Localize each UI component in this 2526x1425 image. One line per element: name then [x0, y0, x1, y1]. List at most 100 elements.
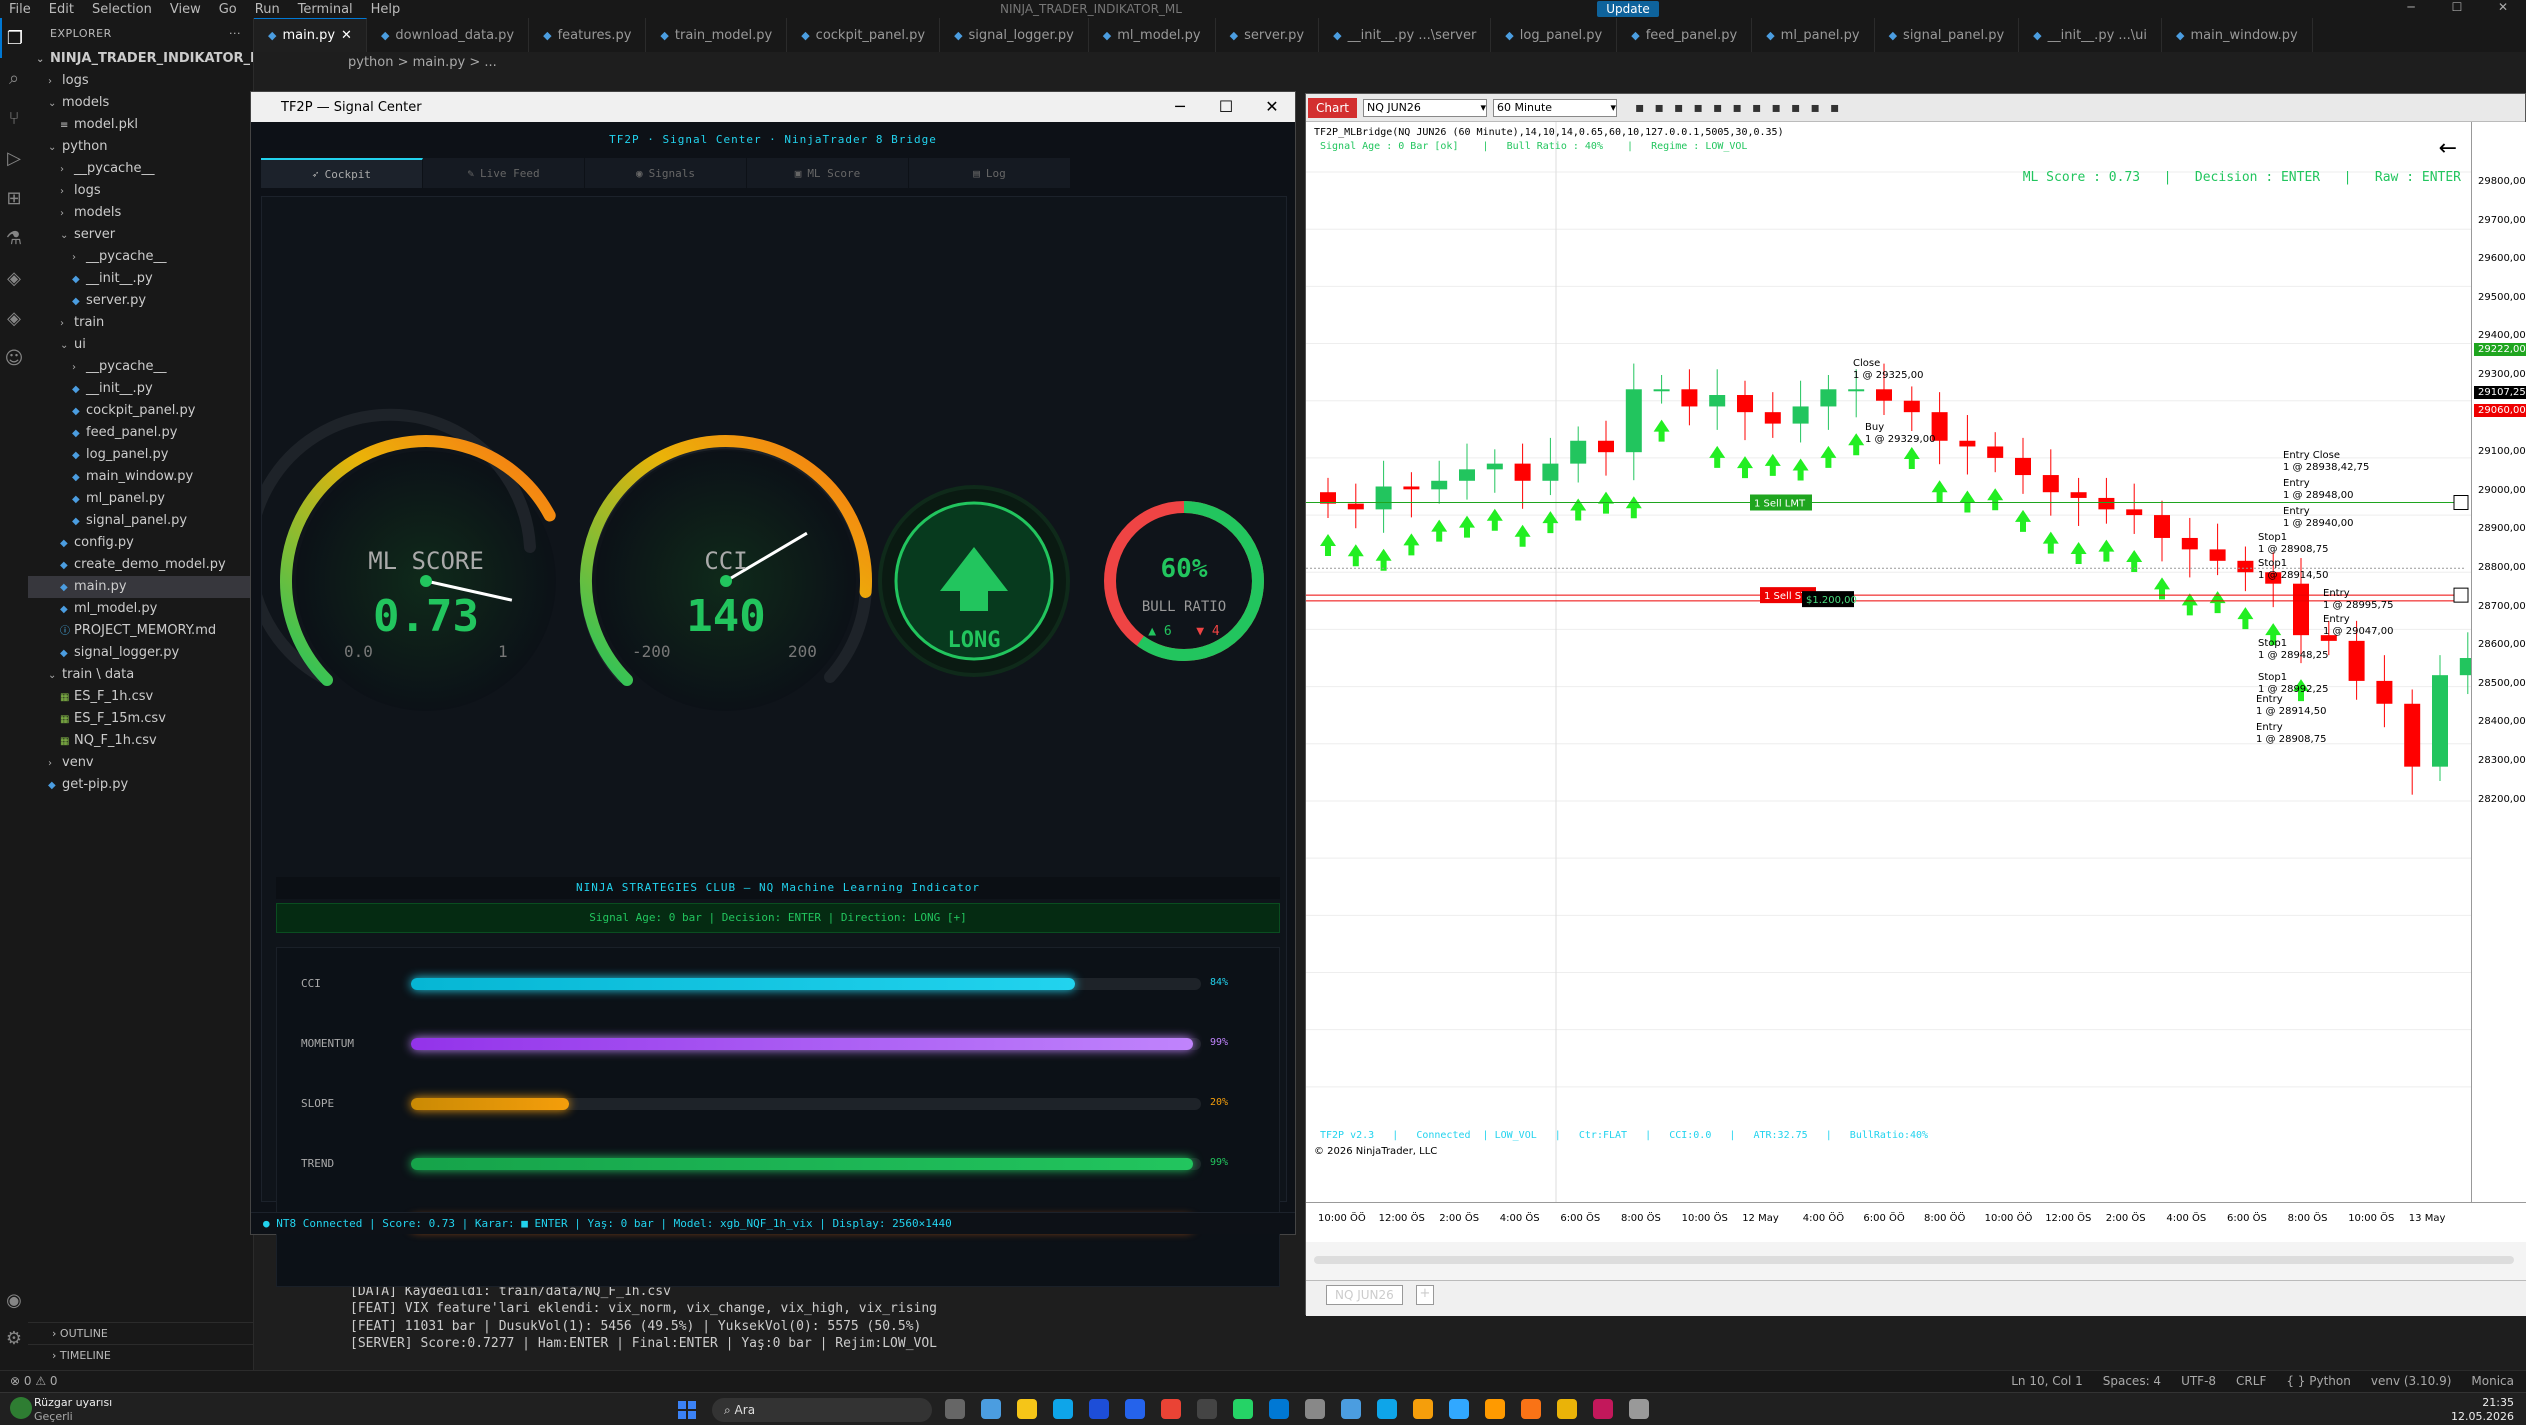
price-axis[interactable]: 29800,00 29700,00 29600,00 29500,00 29400,00… [2471, 122, 2526, 1202]
taskbar-app-icon[interactable] [1521, 1399, 1541, 1419]
folder-item[interactable]: ⌄ server [28, 224, 253, 246]
candle-body[interactable] [1737, 395, 1753, 413]
candle-body[interactable] [2404, 703, 2421, 767]
candle-body[interactable] [1347, 503, 1364, 510]
taskbar-app-icon[interactable] [1053, 1399, 1073, 1419]
bars-icon[interactable]: ▪ [1635, 100, 1645, 116]
candle-body[interactable] [1403, 486, 1420, 490]
start-icon[interactable] [678, 1401, 696, 1419]
editor-tab[interactable]: ◆ ml_panel.py [1752, 18, 1875, 52]
editor-tab[interactable]: ◆ train_model.py [646, 18, 788, 52]
menu-edit[interactable]: Edit [40, 2, 83, 17]
status-item[interactable]: CRLF [2236, 1374, 2266, 1388]
weather-icon[interactable] [10, 1397, 32, 1419]
tab-log[interactable]: ▤ Log [909, 158, 1071, 188]
candle-body[interactable] [2042, 475, 2059, 493]
candle-body[interactable] [1431, 480, 1448, 490]
search-icon[interactable]: ⌕ [0, 58, 28, 98]
instrument-select[interactable]: NQ JUN26 ▾ [1362, 98, 1487, 117]
taskbar-app-icon[interactable] [1485, 1399, 1505, 1419]
testing-icon[interactable]: ⚗ [0, 218, 28, 258]
list-icon[interactable]: ▪ [1830, 100, 1840, 116]
candle-body[interactable] [2209, 549, 2226, 561]
taskbar-app-icon[interactable] [1341, 1399, 1361, 1419]
chart-button[interactable]: Chart [1308, 97, 1357, 118]
properties-icon[interactable]: ▪ [1810, 100, 1820, 116]
chart-plot[interactable]: 1 Sell LMT 1 Sell STP $1.200,00 Close 1 @ 29… [1306, 122, 2471, 1202]
maximize-icon[interactable]: ☐ [2434, 0, 2480, 14]
run-debug-icon[interactable]: ▷ [0, 138, 28, 178]
maximize-icon[interactable]: ☐ [1203, 92, 1249, 122]
taskbar-app-icon[interactable] [1089, 1399, 1109, 1419]
editor-tab[interactable]: ◆ main.py ✕ [254, 18, 367, 52]
candle-body[interactable] [1625, 389, 1642, 453]
taskbar-app-icon[interactable] [1413, 1399, 1433, 1419]
candle-body[interactable] [2376, 680, 2393, 704]
drawing-icon[interactable]: ▪ [1752, 100, 1762, 116]
status-item[interactable]: venv (3.10.9) [2371, 1374, 2452, 1388]
update-button[interactable]: Update [1597, 1, 1659, 17]
close-order-icon[interactable] [2453, 587, 2469, 603]
file-item[interactable]: ◆ ml_panel.py [28, 488, 253, 510]
candle-body[interactable] [1653, 389, 1670, 392]
candlestick-chart[interactable]: 1 Sell LMT1 Sell STP$1.200,00Close1 @ 29… [1306, 122, 2471, 1202]
outline-section[interactable]: › OUTLINE [28, 1322, 254, 1344]
candle-body[interactable] [1903, 400, 1920, 413]
account-icon[interactable]: ◉ [0, 1280, 28, 1320]
taskbar-app-icon[interactable] [1557, 1399, 1577, 1419]
taskbar-search[interactable]: ⌕ Ara [712, 1398, 932, 1422]
editor-tab[interactable]: ◆ feed_panel.py [1617, 18, 1753, 52]
file-item[interactable]: ≡ model.pkl [28, 114, 253, 136]
candle-body[interactable] [1459, 469, 1475, 481]
candle-body[interactable] [1486, 463, 1503, 470]
more-icon[interactable]: ··· [229, 27, 241, 40]
zoom-in-icon[interactable]: ▪ [1674, 100, 1684, 116]
menu-view[interactable]: View [161, 2, 210, 17]
candle-body[interactable] [1876, 389, 1892, 401]
explorer-icon[interactable]: ❐ [0, 18, 28, 58]
folder-item[interactable]: ⌄ python [28, 136, 253, 158]
file-item[interactable]: ◆ get-pip.py [28, 774, 253, 796]
candle-body[interactable] [2126, 509, 2143, 516]
weather-alert[interactable]: Rüzgar uyarısı [34, 1396, 112, 1409]
folder-item[interactable]: › __pycache__ [28, 158, 253, 180]
candle-body[interactable] [2154, 515, 2170, 538]
editor-tab[interactable]: ◆ main_window.py [2162, 18, 2313, 52]
editor-tab[interactable]: ◆ __init__.py ...\ui [2019, 18, 2163, 52]
close-order-icon[interactable] [2453, 495, 2469, 511]
chart-scrollbar[interactable] [1306, 1242, 2526, 1280]
file-item[interactable]: ◆ ml_model.py [28, 598, 253, 620]
file-item[interactable]: ◆ cockpit_panel.py [28, 400, 253, 422]
candle-body[interactable] [2070, 492, 2087, 498]
menu-terminal[interactable]: Terminal [289, 2, 362, 17]
folder-item[interactable]: › logs [28, 180, 253, 202]
candle-body[interactable] [2432, 675, 2448, 767]
folder-item[interactable]: › __pycache__ [28, 356, 253, 378]
tab-signals[interactable]: ◉ Signals [585, 158, 747, 188]
folder-item[interactable]: › venv [28, 752, 253, 774]
close-icon[interactable]: ✕ [1249, 92, 1295, 122]
settings-icon[interactable]: ⚙ [0, 1318, 28, 1358]
interval-select[interactable]: 60 Minute ▾ [1492, 98, 1617, 117]
candle-body[interactable] [2237, 560, 2254, 573]
editor-tab[interactable]: ◆ cockpit_panel.py [787, 18, 941, 52]
editor-tab[interactable]: ◆ features.py [529, 18, 647, 52]
editor-tab[interactable]: ◆ signal_panel.py [1875, 18, 2020, 52]
folder-item[interactable]: ⌄ train \ data [28, 664, 253, 686]
taskbar-app-icon[interactable] [1269, 1399, 1289, 1419]
file-item[interactable]: ◆ signal_logger.py [28, 642, 253, 664]
file-item[interactable]: ◆ __init__.py [28, 268, 253, 290]
editor-tab[interactable]: ◆ log_panel.py [1491, 18, 1618, 52]
candle-body[interactable] [1820, 389, 1837, 407]
file-item[interactable]: ▦ NQ_F_1h.csv [28, 730, 253, 752]
copilot-icon[interactable]: ☺ [0, 338, 28, 378]
zoom-out-icon[interactable]: ▪ [1693, 100, 1703, 116]
taskbar-app-icon[interactable] [1125, 1399, 1145, 1419]
editor-tab[interactable]: ◆ ml_model.py [1089, 18, 1216, 52]
tab-live-feed[interactable]: ✎ Live Feed [423, 158, 585, 188]
taskbar-clock[interactable]: 21:35 12.05.2026 [2451, 1396, 2514, 1424]
candle-body[interactable] [1792, 406, 1809, 424]
folder-item[interactable]: ⌄ ui [28, 334, 253, 356]
tab-ml-score[interactable]: ▣ ML Score [747, 158, 909, 188]
file-item[interactable]: ◆ log_panel.py [28, 444, 253, 466]
